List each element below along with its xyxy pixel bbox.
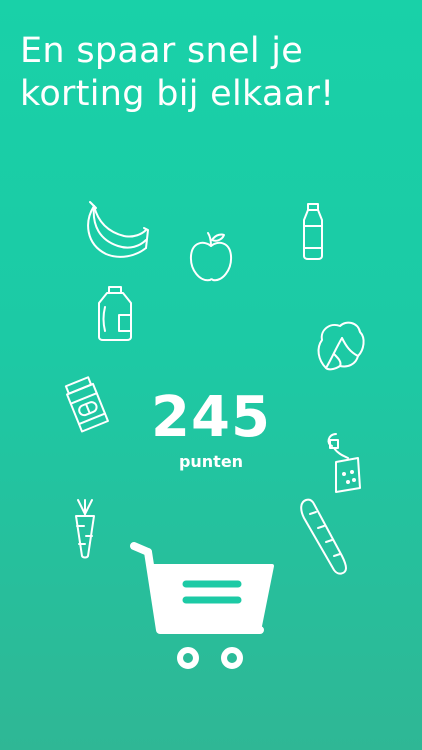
baguette-icon: [298, 496, 350, 576]
lettuce-icon: [316, 318, 366, 372]
milk-bottle-icon: [300, 202, 326, 260]
points-label: punten: [178, 452, 244, 471]
shopping-cart-icon: [130, 540, 276, 670]
headline-line-2: korting bij elkaar!: [20, 74, 335, 114]
apple-icon: [188, 230, 234, 284]
headline-line-1: En spaar snel je: [20, 31, 304, 71]
headline: En spaar snel je korting bij elkaar!: [20, 30, 410, 116]
points-display: 245 punten: [0, 388, 422, 472]
carrot-icon: [70, 498, 100, 560]
bananas-icon: [80, 200, 150, 262]
points-value: 245: [151, 385, 271, 450]
detergent-bottle-icon: [95, 285, 135, 341]
